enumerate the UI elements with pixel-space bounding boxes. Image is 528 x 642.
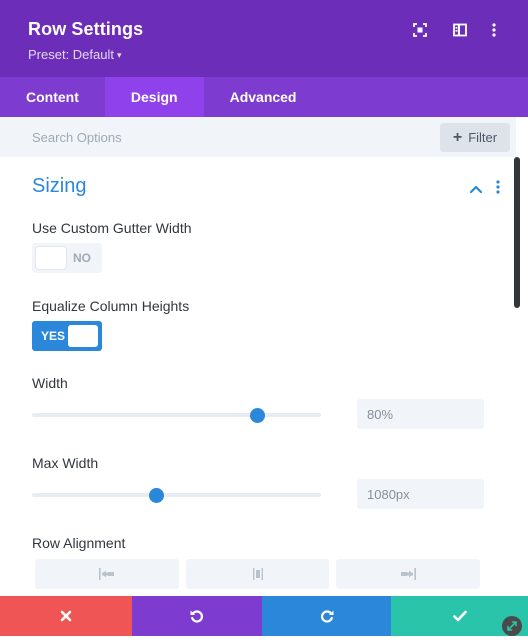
tab-content[interactable]: Content xyxy=(0,77,105,117)
undo-button[interactable] xyxy=(132,596,262,636)
more-vertical-icon[interactable] xyxy=(492,180,504,198)
align-right-button[interactable] xyxy=(336,559,480,589)
toggle-state-label: YES xyxy=(41,329,66,343)
caret-down-icon: ▾ xyxy=(117,50,122,60)
filter-label: Filter xyxy=(468,130,498,145)
close-icon xyxy=(60,610,72,622)
search-bar: + Filter xyxy=(0,117,516,157)
search-input[interactable] xyxy=(0,117,430,157)
panel-header: Row Settings Preset: Default ▾ xyxy=(0,0,528,77)
preset-label: Preset: Default xyxy=(28,47,114,62)
scrollbar[interactable] xyxy=(514,157,520,308)
align-left-icon xyxy=(99,568,114,580)
equalize-heights-label: Equalize Column Heights xyxy=(32,298,190,314)
width-slider-track[interactable] xyxy=(32,413,321,417)
panel-title: Row Settings xyxy=(28,19,144,39)
equalize-heights-toggle[interactable]: YES xyxy=(32,321,102,351)
redo-icon xyxy=(320,610,333,623)
max-width-slider-track[interactable] xyxy=(32,493,321,497)
width-value-input[interactable] xyxy=(357,399,484,429)
plus-icon: + xyxy=(452,128,463,146)
preset-selector[interactable]: Preset: Default ▾ xyxy=(28,47,122,62)
row-settings-panel: Row Settings Preset: Default ▾ Content D… xyxy=(0,0,528,642)
align-center-button[interactable] xyxy=(186,559,329,589)
max-width-slider-thumb[interactable] xyxy=(148,488,164,503)
width-slider-thumb[interactable] xyxy=(249,408,265,423)
max-width-label: Max Width xyxy=(32,455,99,471)
discard-button[interactable] xyxy=(0,596,132,636)
row-alignment-label: Row Alignment xyxy=(32,535,126,551)
align-center-icon xyxy=(252,568,263,580)
checkmark-icon xyxy=(452,610,467,622)
align-left-button[interactable] xyxy=(35,559,179,589)
custom-gutter-label: Use Custom Gutter Width xyxy=(32,220,192,236)
toggle-state-label: NO xyxy=(73,251,91,265)
toggle-knob xyxy=(36,247,66,269)
undo-icon xyxy=(190,610,204,623)
settings-tabs: Content Design Advanced xyxy=(0,77,528,117)
max-width-value-input[interactable] xyxy=(357,479,484,509)
action-bar xyxy=(0,596,528,636)
more-vertical-icon[interactable] xyxy=(484,20,504,40)
width-label: Width xyxy=(32,375,68,391)
custom-gutter-toggle[interactable]: NO xyxy=(32,243,102,273)
tab-advanced[interactable]: Advanced xyxy=(204,77,323,117)
expand-icon[interactable] xyxy=(410,20,430,40)
align-right-icon xyxy=(401,568,416,580)
sidebar-toggle-icon[interactable] xyxy=(450,20,470,40)
redo-button[interactable] xyxy=(262,596,391,636)
tab-design[interactable]: Design xyxy=(104,77,204,117)
section-title[interactable]: Sizing xyxy=(32,175,86,198)
filter-button[interactable]: + Filter xyxy=(440,123,510,152)
resize-handle-icon[interactable] xyxy=(502,616,522,636)
toggle-knob xyxy=(68,325,98,347)
chevron-up-icon[interactable] xyxy=(468,181,484,197)
